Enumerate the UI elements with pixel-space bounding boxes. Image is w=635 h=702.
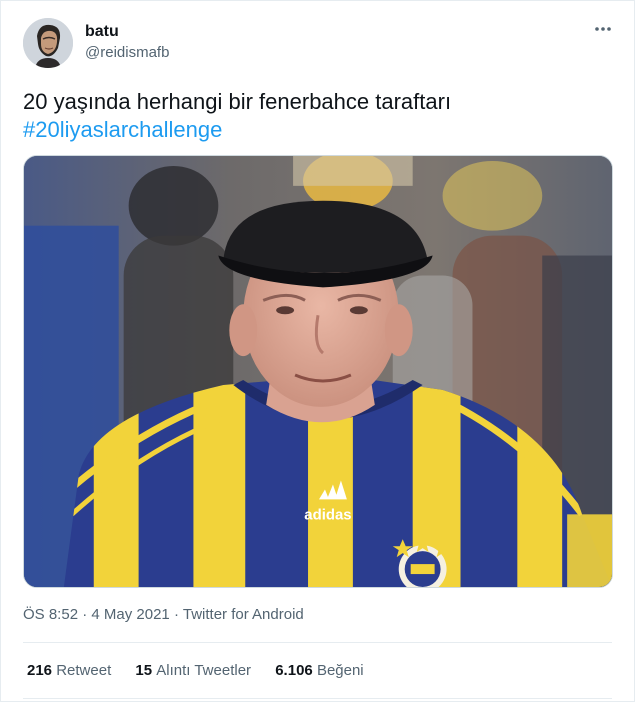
quotes-label: Alıntı Tweetler [156,662,252,679]
tweet-header: batu @reidismafb [23,18,616,68]
likes-count: 6.106 [275,662,313,679]
tweet-text: 20 yaşında herhangi bir fenerbahce taraf… [23,88,613,144]
tweet-photo[interactable]: adidas [23,155,613,588]
photo-illustration: adidas [24,156,612,587]
avatar[interactable] [23,18,73,68]
likes-stat[interactable]: 6.106 Beğeni [275,662,363,679]
meta-separator: · [82,606,88,623]
tweet-time[interactable]: ÖS 8:52 [23,606,78,623]
divider [23,642,612,643]
user-names: batu @reidismafb [85,22,169,63]
retweets-stat[interactable]: 216 Retweet [27,662,111,679]
user-handle[interactable]: @reidismafb [85,43,169,63]
tweet-stats: 216 Retweet 15 Alıntı Tweetler 6.106 Beğ… [27,661,384,681]
retweets-label: Retweet [56,662,112,679]
hashtag-link[interactable]: #20liyaslarchallenge [23,116,613,144]
tweet-card: batu @reidismafb 20 yaşında herhangi bir… [0,0,635,702]
tweet-meta: ÖS 8:52 · 4 May 2021 · Twitter for Andro… [23,605,304,625]
more-options-icon[interactable] [592,20,614,38]
tweet-body: 20 yaşında herhangi bir fenerbahce taraf… [23,89,452,114]
tweet-date[interactable]: 4 May 2021 [91,606,169,623]
display-name[interactable]: batu [85,22,169,42]
jersey-logo-text: adidas [304,506,351,523]
retweets-count: 216 [27,662,53,679]
tweet-source[interactable]: Twitter for Android [183,606,304,623]
avatar-portrait [23,18,73,68]
meta-separator: · [173,606,179,623]
divider [23,698,612,699]
likes-label: Beğeni [316,662,364,679]
quotes-stat[interactable]: 15 Alıntı Tweetler [135,662,251,679]
quotes-count: 15 [135,662,153,679]
